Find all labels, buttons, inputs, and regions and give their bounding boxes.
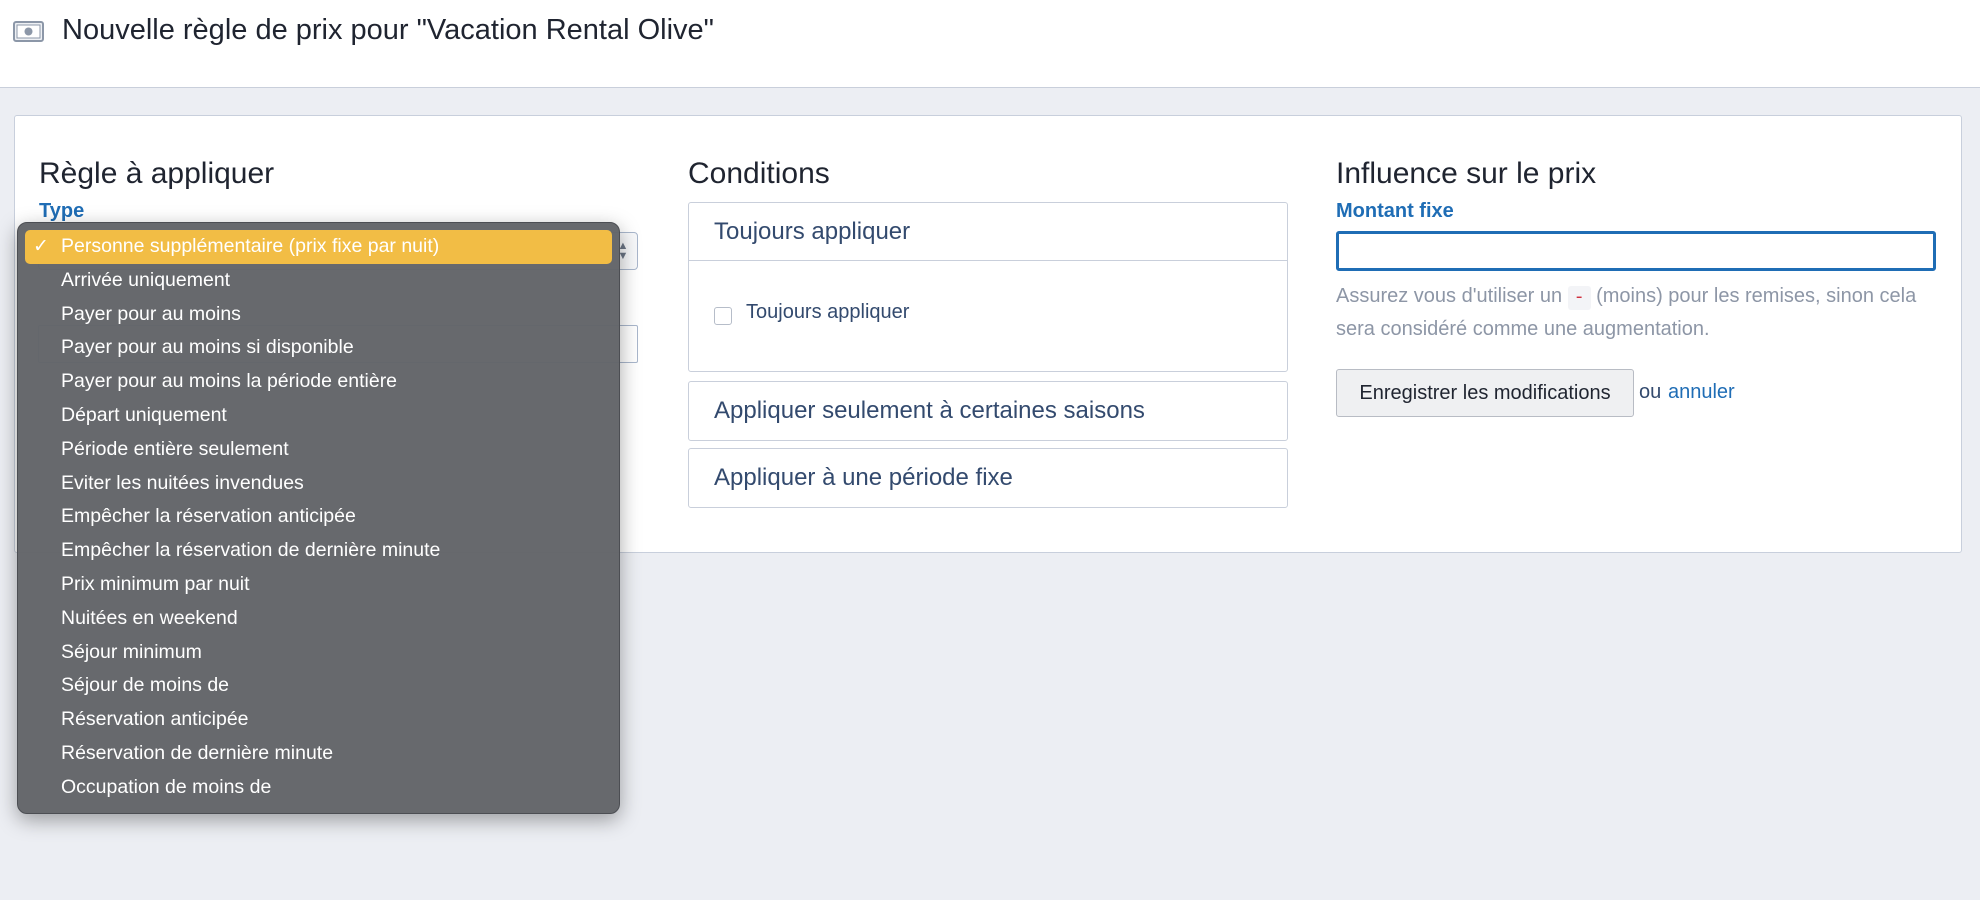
save-button[interactable]: Enregistrer les modifications <box>1336 369 1634 417</box>
help-text-part: Assurez vous d'utiliser un <box>1336 285 1568 307</box>
dropdown-option[interactable]: Période entière seulement <box>25 433 612 467</box>
dropdown-option-label: Occupation de moins de <box>61 775 272 798</box>
amount-label: Montant fixe <box>1336 200 1454 222</box>
dropdown-option-label: Payer pour au moins <box>61 302 241 325</box>
minus-code: - <box>1567 286 1591 310</box>
dropdown-option-label: Arrivée uniquement <box>61 268 231 291</box>
type-label: Type <box>39 200 85 222</box>
money-bill-icon <box>13 21 44 42</box>
dropdown-option[interactable]: Empêcher la réservation de dernière minu… <box>25 534 612 568</box>
dropdown-option[interactable]: Séjour minimum <box>25 636 612 670</box>
condition-panel-body: Toujours appliquer <box>689 261 1287 371</box>
dropdown-option-label: Séjour de moins de <box>61 674 230 697</box>
amount-help-text: Assurez vous d'utiliser un - (moins) pou… <box>1336 280 1936 346</box>
dropdown-option[interactable]: Départ uniquement <box>25 399 612 433</box>
dropdown-option[interactable]: Prix minimum par nuit <box>25 568 612 602</box>
price-influence-heading: Influence sur le prix <box>1336 157 1597 190</box>
dropdown-option-label: Réservation anticipée <box>61 708 249 731</box>
condition-panel-always: Toujours appliquer Toujours appliquer <box>688 202 1288 372</box>
dropdown-option-label: Nuitées en weekend <box>61 606 238 629</box>
condition-panel-header[interactable]: Appliquer à une période fixe <box>689 449 1287 507</box>
dropdown-option[interactable]: Arrivée uniquement <box>25 264 612 298</box>
cancel-link[interactable]: annuler <box>1668 381 1735 404</box>
or-text: ou <box>1639 381 1662 403</box>
condition-panel-header[interactable]: Appliquer seulement à certaines saisons <box>689 382 1287 440</box>
dropdown-option[interactable]: Payer pour au moins <box>25 298 612 332</box>
condition-panel-fixed-period: Appliquer à une période fixe <box>688 448 1288 508</box>
condition-panel-seasons: Appliquer seulement à certaines saisons <box>688 381 1288 441</box>
dropdown-option[interactable]: Réservation de dernière minute <box>25 737 612 771</box>
dropdown-option[interactable]: ✓ Personne supplémentaire (prix fixe par … <box>25 230 612 264</box>
page-title: Nouvelle règle de prix pour "Vacation Re… <box>62 14 714 46</box>
type-dropdown-menu: ✓ Personne supplémentaire (prix fixe par … <box>17 222 620 814</box>
always-apply-checkbox[interactable] <box>714 307 732 325</box>
dropdown-option-label: Empêcher la réservation anticipée <box>61 505 356 528</box>
condition-panel-header[interactable]: Toujours appliquer <box>689 203 1287 261</box>
dropdown-option-label: Période entière seulement <box>61 437 289 460</box>
dropdown-option[interactable]: Réservation anticipée <box>25 703 612 737</box>
amount-input[interactable] <box>1336 231 1936 271</box>
dropdown-option[interactable]: Payer pour au moins la période entière <box>25 365 612 399</box>
dropdown-option[interactable]: Eviter les nuitées invendues <box>25 467 612 501</box>
conditions-heading: Conditions <box>688 157 830 190</box>
page-header: Nouvelle règle de prix pour "Vacation Re… <box>0 0 1980 88</box>
always-apply-label[interactable]: Toujours appliquer <box>746 301 909 324</box>
dropdown-option[interactable]: Nuitées en weekend <box>25 602 612 636</box>
dropdown-option-label: Payer pour au moins la période entière <box>61 370 398 393</box>
dropdown-option-label: Séjour minimum <box>61 640 202 663</box>
dropdown-option-label: Empêcher la réservation de dernière minu… <box>61 539 441 562</box>
dropdown-option-label: Prix minimum par nuit <box>61 572 250 595</box>
dropdown-option-label: Départ uniquement <box>61 403 227 426</box>
dropdown-option-label: Eviter les nuitées invendues <box>61 471 304 494</box>
dropdown-option-label: Réservation de dernière minute <box>61 741 334 764</box>
dropdown-option-label: Payer pour au moins si disponible <box>61 336 354 359</box>
dropdown-option[interactable]: Payer pour au moins si disponible <box>25 331 612 365</box>
rule-section-heading: Règle à appliquer <box>39 157 275 190</box>
checkmark-icon: ✓ <box>33 236 49 257</box>
dropdown-option[interactable]: Empêcher la réservation anticipée <box>25 500 612 534</box>
dropdown-option[interactable]: Occupation de moins de <box>25 771 612 805</box>
dropdown-option[interactable]: Séjour de moins de <box>25 669 612 703</box>
dropdown-option-label: Personne supplémentaire (prix fixe par n… <box>61 235 440 257</box>
